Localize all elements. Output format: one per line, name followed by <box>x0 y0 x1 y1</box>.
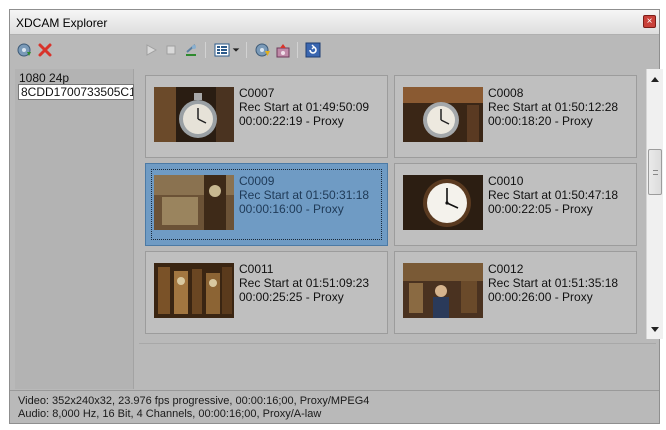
clip-name: C0010 <box>488 174 524 188</box>
scroll-up-arrow-icon[interactable] <box>651 77 659 82</box>
tree-format-label[interactable]: 1080 24p <box>19 71 69 85</box>
toolbar-separator <box>297 42 298 58</box>
clip-name: C0007 <box>239 86 275 100</box>
clip-duration: 00:00:16:00 - Proxy <box>239 202 344 216</box>
play-icon <box>146 44 158 56</box>
toolbar <box>10 36 659 64</box>
toolbar-separator <box>205 42 206 58</box>
clip-rec-start: Rec Start at 01:50:31:18 <box>239 188 370 202</box>
play-button[interactable] <box>142 41 160 59</box>
eject-icon <box>186 44 196 56</box>
clip-name: C0008 <box>488 86 524 100</box>
disc-tree-pane[interactable]: 1080 24p 8CDD1700733505C1 <box>15 69 134 389</box>
clip-thumbnail <box>403 263 483 318</box>
clip-tile-c0011[interactable]: C0011 Rec Start at 01:51:09:23 00:00:25:… <box>145 251 388 334</box>
clip-tile-c0008[interactable]: C0008 Rec Start at 01:50:12:28 00:00:18:… <box>394 75 637 158</box>
clip-duration: 00:00:26:00 - Proxy <box>488 290 593 304</box>
clip-thumbnail <box>403 175 483 230</box>
pocket-watch-thumbnail <box>403 87 483 142</box>
clip-rec-start: Rec Start at 01:51:09:23 <box>239 276 370 290</box>
import-button[interactable] <box>16 41 34 59</box>
stop-icon <box>166 45 176 55</box>
import-to-project-button[interactable] <box>254 41 272 59</box>
clock-room-thumbnail <box>154 175 234 230</box>
shopkeeper-thumbnail <box>403 263 483 318</box>
clip-duration: 00:00:18:20 - Proxy <box>488 114 593 128</box>
clip-name: C0012 <box>488 262 524 276</box>
import-to-project-icon <box>255 43 270 57</box>
title-bar: XDCAM Explorer × <box>10 10 659 35</box>
clip-rec-start: Rec Start at 01:51:35:18 <box>488 276 619 290</box>
delete-button[interactable] <box>36 41 54 59</box>
xdcam-explorer-window: XDCAM Explorer × 1080 24p 8CDD1700733505… <box>9 9 663 424</box>
clip-tile-c0007[interactable]: C0007 Rec Start at 01:49:50:09 00:00:22:… <box>145 75 388 158</box>
clock-shop-thumbnail <box>154 263 234 318</box>
clip-thumbnail <box>154 87 234 142</box>
window-title: XDCAM Explorer <box>16 16 108 30</box>
refresh-icon <box>305 42 321 58</box>
toolbar-separator <box>246 42 247 58</box>
status-bar: Video: 352x240x32, 23.976 fps progressiv… <box>10 390 659 423</box>
clip-duration: 00:00:25:25 - Proxy <box>239 290 344 304</box>
grip-icon <box>653 170 658 175</box>
audio-info-text: Audio: 8,000 Hz, 16 Bit, 4 Channels, 00:… <box>18 408 322 420</box>
clip-rec-start: Rec Start at 01:49:50:09 <box>239 100 370 114</box>
stop-button[interactable] <box>162 41 180 59</box>
export-button[interactable] <box>274 41 292 59</box>
clip-thumbnail <box>403 87 483 142</box>
view-mode-dropdown[interactable] <box>230 41 242 59</box>
tree-disc-item[interactable]: 8CDD1700733505C1 <box>18 84 134 100</box>
view-mode-button[interactable] <box>213 41 231 59</box>
clip-thumbnail <box>154 175 234 230</box>
view-mode-icon <box>214 43 230 57</box>
clip-tile-c0012[interactable]: C0012 Rec Start at 01:51:35:18 00:00:26:… <box>394 251 637 334</box>
clip-duration: 00:00:22:05 - Proxy <box>488 202 593 216</box>
wall-clock-thumbnail <box>403 175 483 230</box>
clip-thumbnail <box>154 263 234 318</box>
eject-button[interactable] <box>182 41 200 59</box>
clip-name: C0011 <box>239 262 274 276</box>
clip-detail-pane <box>139 343 656 389</box>
refresh-button[interactable] <box>304 41 322 59</box>
clip-thumbnail-grid: C0007 Rec Start at 01:49:50:09 00:00:22:… <box>139 69 656 335</box>
dropdown-arrow-icon <box>232 48 240 52</box>
clip-rec-start: Rec Start at 01:50:12:28 <box>488 100 619 114</box>
scrollbar-thumb[interactable] <box>648 149 662 195</box>
pocket-watch-thumbnail <box>154 87 234 142</box>
clip-tile-c0010[interactable]: C0010 Rec Start at 01:50:47:18 00:00:22:… <box>394 163 637 246</box>
clip-duration: 00:00:22:19 - Proxy <box>239 114 344 128</box>
import-icon <box>17 43 31 57</box>
delete-icon <box>38 43 52 57</box>
video-info-text: Video: 352x240x32, 23.976 fps progressiv… <box>18 395 370 407</box>
vertical-scrollbar[interactable] <box>646 69 663 339</box>
clip-rec-start: Rec Start at 01:50:47:18 <box>488 188 619 202</box>
clip-tile-c0009[interactable]: C0009 Rec Start at 01:50:31:18 00:00:16:… <box>145 163 388 246</box>
close-icon: × <box>646 16 653 27</box>
close-button[interactable]: × <box>643 15 656 28</box>
export-icon <box>276 44 290 58</box>
scroll-down-arrow-icon[interactable] <box>651 327 659 332</box>
clip-name: C0009 <box>239 174 275 188</box>
